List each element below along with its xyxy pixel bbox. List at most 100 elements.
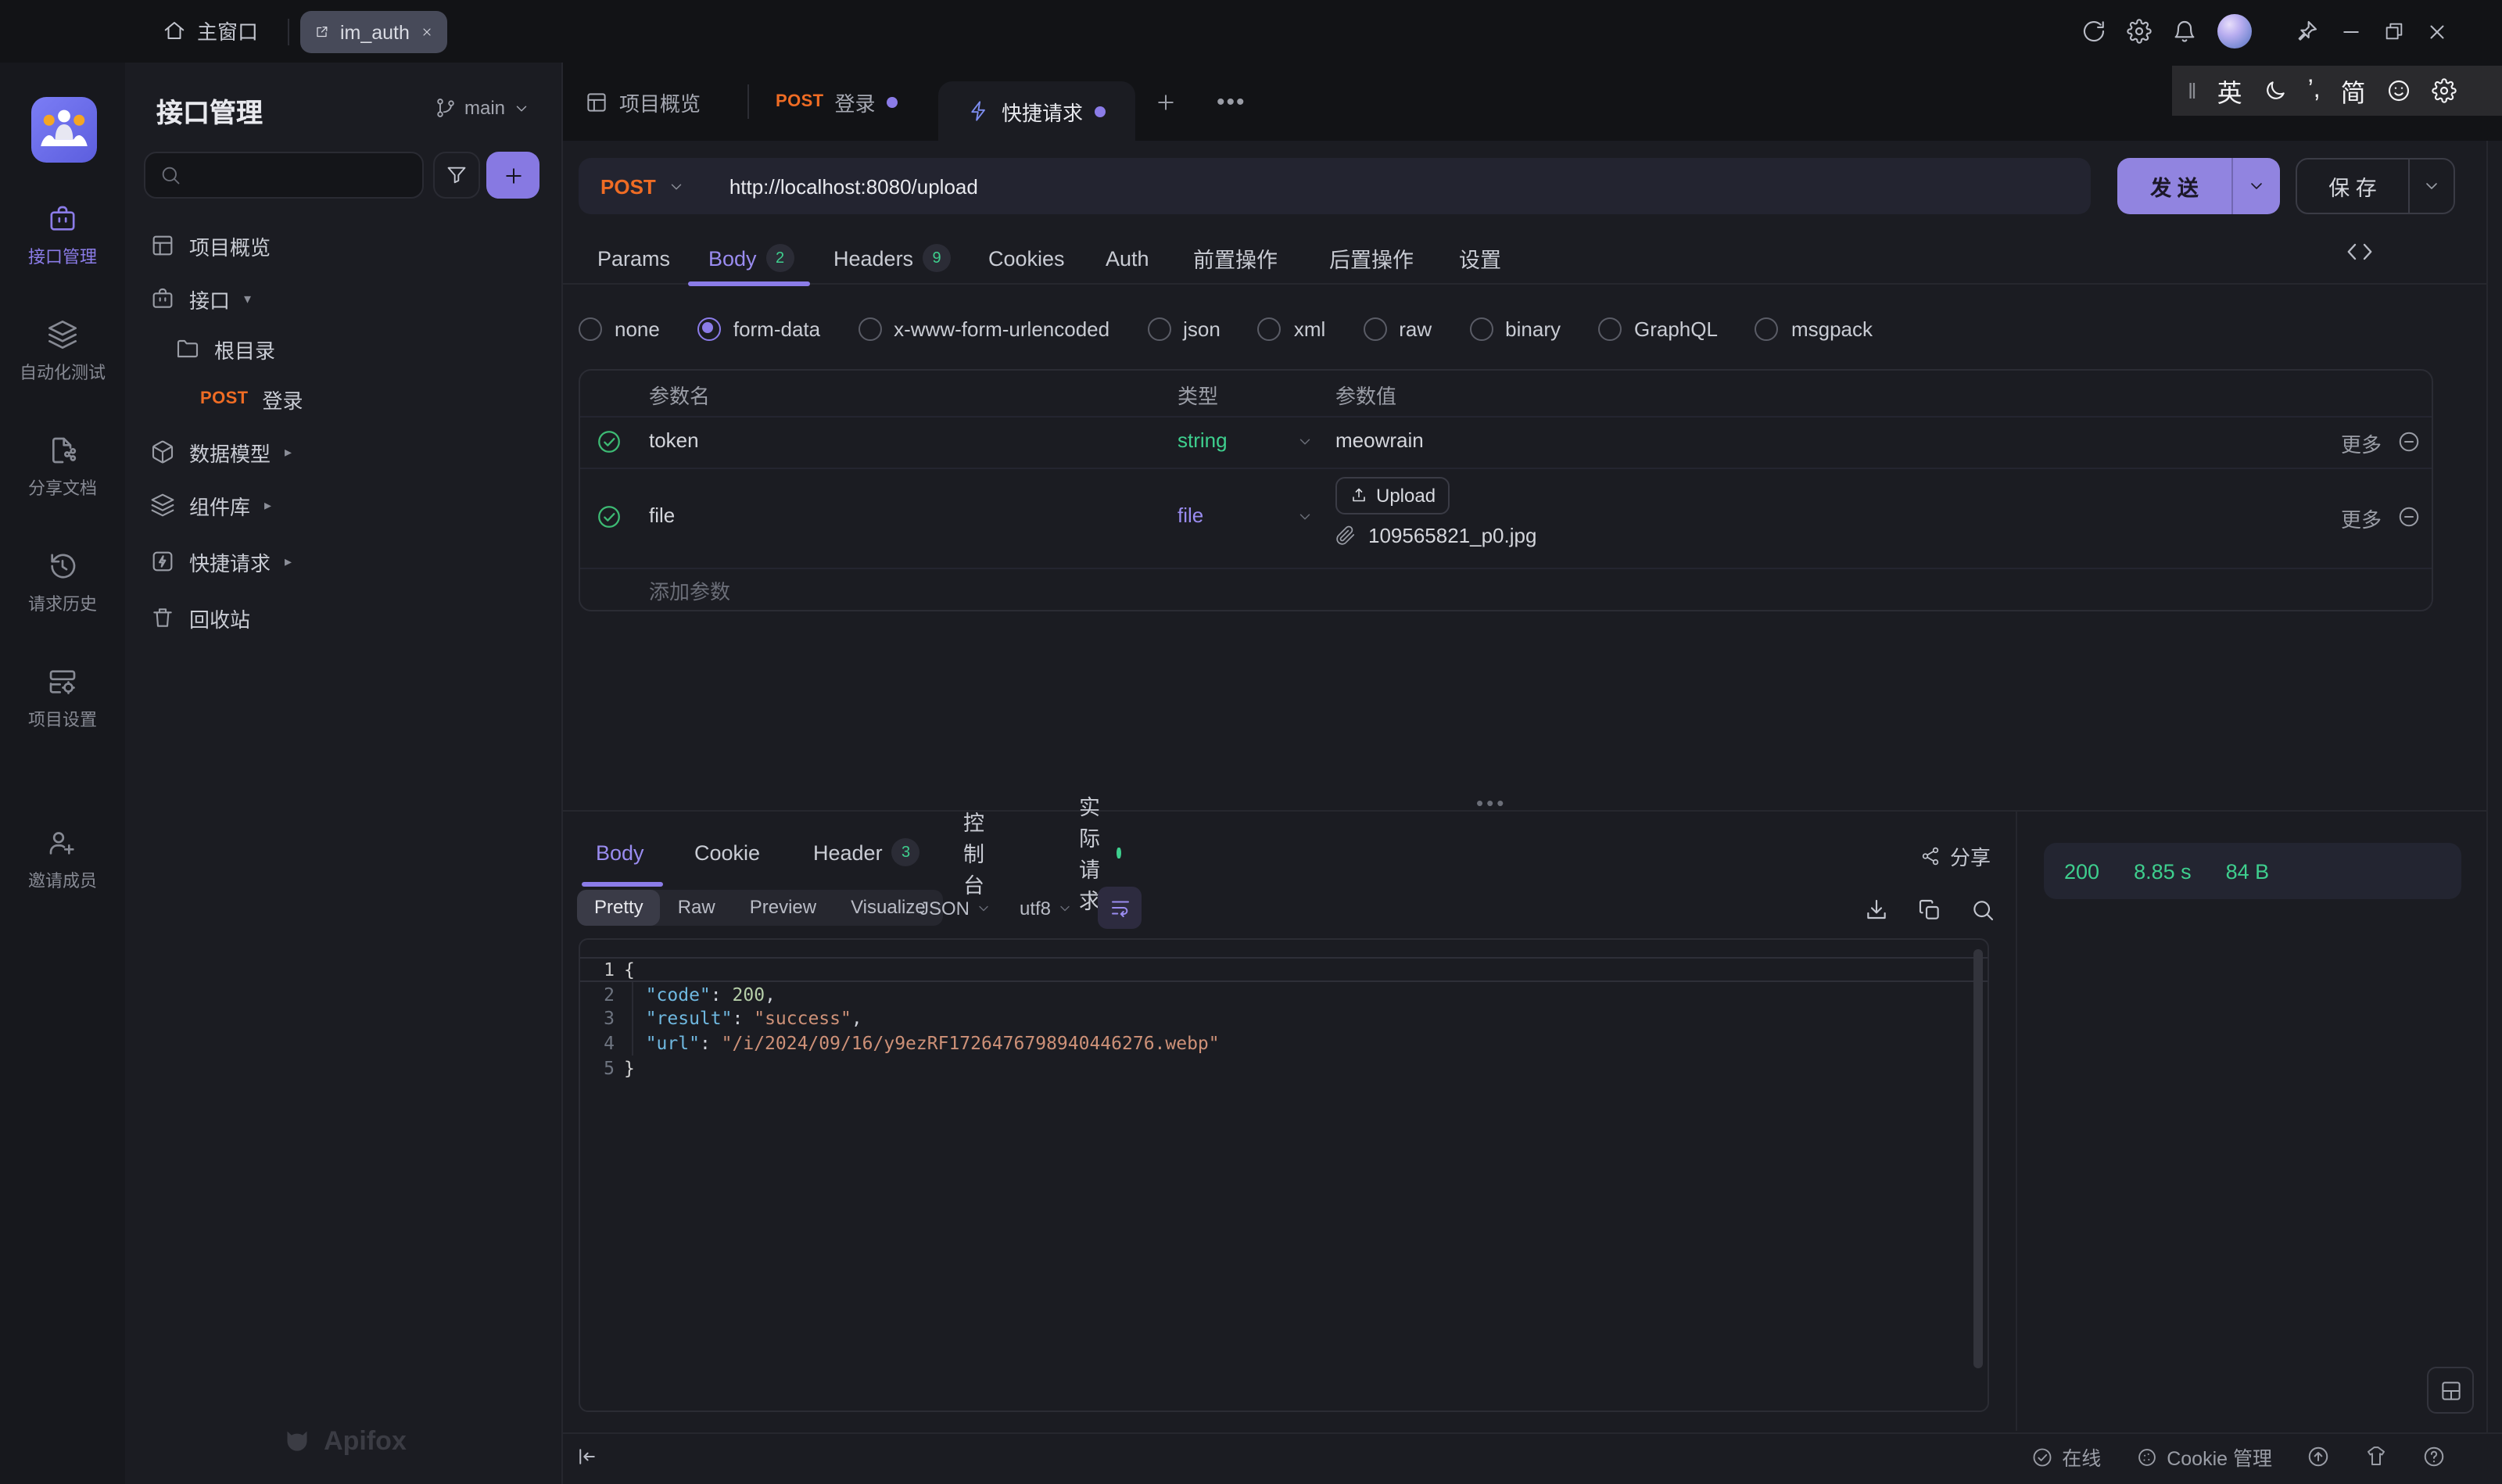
user-avatar[interactable] — [2217, 14, 2252, 48]
rail-item-project-settings[interactable]: 项目设置 — [0, 666, 125, 732]
row-enabled-check-icon[interactable] — [596, 428, 622, 455]
save-button[interactable]: 保 存 — [2296, 158, 2455, 214]
maximize-icon[interactable] — [2383, 20, 2405, 42]
upgrade-arrow-icon[interactable] — [2307, 1445, 2330, 1468]
radio-form-data-selected[interactable]: form-data — [697, 317, 820, 340]
url-input[interactable] — [726, 173, 2069, 199]
radio-json[interactable]: json — [1147, 317, 1221, 340]
ime-grip[interactable]: ‖ — [2188, 78, 2197, 103]
download-response-icon[interactable] — [1864, 898, 1889, 923]
ime-settings-gear-icon[interactable] — [2432, 78, 2457, 103]
method-selector-value[interactable]: POST — [600, 174, 656, 198]
type-chevron-down-icon[interactable] — [1296, 433, 1314, 450]
branch-selector[interactable]: main — [435, 97, 530, 119]
param-value-cell[interactable]: meowrain — [1335, 428, 1424, 452]
caret-collapsed-icon[interactable]: ▸ — [285, 443, 292, 461]
response-body-editor[interactable]: 1{ 2 "code": 200, 3 "result": "success",… — [579, 938, 1989, 1412]
tab-pre-processors[interactable]: 前置操作 — [1193, 231, 1278, 285]
radio-binary[interactable]: binary — [1469, 317, 1561, 340]
tree-item-project-overview[interactable]: 项目概览 — [125, 222, 563, 269]
tab-cookies[interactable]: Cookies — [988, 231, 1065, 285]
panel-split-divider[interactable] — [563, 810, 2486, 812]
tab-response-header[interactable]: Header 3 — [813, 826, 920, 879]
tab-login-endpoint[interactable]: POST 登录 — [776, 63, 898, 141]
share-response-button[interactable]: 分享 — [1920, 841, 1991, 871]
upload-file-button[interactable]: Upload — [1335, 477, 1450, 514]
tab-auth[interactable]: Auth — [1106, 231, 1149, 285]
tree-item-api-group[interactable]: 接口 ▾ — [125, 275, 563, 322]
tab-response-body[interactable]: Body — [596, 826, 644, 879]
type-chevron-down-icon[interactable] — [1296, 508, 1314, 525]
tree-item-quick-requests[interactable]: 快捷请求 ▸ — [125, 538, 563, 585]
rail-item-automated-testing[interactable]: 自动化测试 — [0, 319, 125, 385]
tab-response-cookie[interactable]: Cookie — [694, 826, 760, 879]
mode-raw[interactable]: Raw — [661, 890, 733, 926]
split-drag-handle[interactable]: ••• — [1476, 791, 1507, 815]
tab-console[interactable]: 控制台 — [963, 826, 984, 879]
help-icon[interactable] — [2422, 1445, 2446, 1468]
remove-row-icon[interactable] — [2397, 505, 2421, 529]
param-name-cell[interactable]: token — [649, 428, 699, 452]
refresh-icon[interactable] — [2081, 19, 2106, 44]
format-dropdown[interactable]: JSON — [919, 890, 991, 926]
search-input[interactable] — [191, 163, 408, 188]
radio-graphql[interactable]: GraphQL — [1598, 317, 1718, 340]
tree-item-data-models[interactable]: 数据模型 ▸ — [125, 428, 563, 475]
search-box[interactable] — [144, 152, 424, 199]
radio-raw[interactable]: raw — [1363, 317, 1432, 340]
rail-item-api-management[interactable]: 接口管理 — [0, 203, 125, 269]
settings-gear-icon[interactable] — [2127, 19, 2152, 44]
row-enabled-check-icon[interactable] — [596, 504, 622, 530]
search-in-response-icon[interactable] — [1970, 898, 1995, 923]
layout-toggle-button[interactable] — [2427, 1367, 2474, 1414]
emoji-smile-icon[interactable] — [2386, 78, 2411, 103]
param-type-cell[interactable]: file — [1178, 504, 1203, 527]
tab-headers[interactable]: Headers 9 — [833, 231, 951, 285]
project-logo[interactable] — [31, 97, 97, 163]
remove-row-icon[interactable] — [2397, 430, 2421, 453]
send-options-chevron-icon[interactable] — [2247, 177, 2266, 195]
tab-body[interactable]: Body 2 — [708, 231, 794, 285]
editor-scrollbar[interactable] — [1973, 949, 1983, 1368]
pin-window-icon[interactable] — [2294, 19, 2319, 44]
rail-item-share-docs[interactable]: 分享文档 — [0, 435, 125, 500]
close-tab-icon[interactable] — [421, 23, 433, 41]
ime-simplified-chinese[interactable]: 简 — [2341, 72, 2366, 109]
tab-quick-request-active[interactable]: 快捷请求 — [938, 81, 1135, 141]
add-param-row[interactable]: 添加参数 — [649, 575, 730, 605]
radio-none[interactable]: none — [579, 317, 660, 340]
copy-response-icon[interactable] — [1917, 898, 1942, 923]
encoding-dropdown[interactable]: utf8 — [1020, 890, 1073, 926]
mode-pretty-active[interactable]: Pretty — [577, 890, 661, 926]
word-wrap-toggle[interactable] — [1098, 887, 1142, 929]
tree-item-root-folder[interactable]: 根目录 — [125, 325, 563, 372]
cookie-manager-button[interactable]: Cookie 管理 — [2135, 1442, 2272, 1471]
save-options-chevron-icon[interactable] — [2422, 177, 2441, 195]
radio-msgpack[interactable]: msgpack — [1755, 317, 1873, 340]
caret-collapsed-icon[interactable]: ▸ — [264, 496, 271, 514]
theme-tshirt-icon[interactable] — [2364, 1445, 2388, 1468]
tab-post-processors[interactable]: 后置操作 — [1329, 231, 1414, 285]
row-more-button[interactable]: 更多 — [2341, 504, 2382, 533]
mode-preview[interactable]: Preview — [733, 890, 833, 926]
collapse-sidebar-icon[interactable] — [575, 1445, 599, 1468]
close-window-icon[interactable] — [2425, 20, 2449, 43]
notifications-bell-icon[interactable] — [2172, 19, 2197, 44]
rail-item-request-history[interactable]: 请求历史 — [0, 550, 125, 616]
row-more-button[interactable]: 更多 — [2341, 428, 2382, 458]
param-name-cell[interactable]: file — [649, 504, 675, 527]
send-button[interactable]: 发 送 — [2117, 158, 2280, 214]
tab-request-settings[interactable]: 设置 — [1459, 231, 1501, 285]
new-tab-button[interactable] — [1154, 63, 1178, 141]
tab-params[interactable]: Params — [597, 231, 670, 285]
caret-collapsed-icon[interactable]: ▸ — [285, 553, 292, 570]
uploaded-file-chip[interactable]: 109565821_p0.jpg — [1335, 524, 1536, 547]
rail-item-invite-members[interactable]: 邀请成员 — [0, 827, 125, 893]
ime-punctuation-mode[interactable]: ’, — [2308, 77, 2321, 105]
online-status[interactable]: 在线 — [2031, 1442, 2101, 1471]
tree-item-component-library[interactable]: 组件库 ▸ — [125, 482, 563, 529]
more-tabs-button[interactable]: ••• — [1217, 63, 1246, 141]
moon-icon[interactable] — [2263, 78, 2288, 103]
main-window-button[interactable]: 主窗口 — [163, 16, 258, 45]
radio-x-www-form-urlencoded[interactable]: x-www-form-urlencoded — [858, 317, 1109, 340]
